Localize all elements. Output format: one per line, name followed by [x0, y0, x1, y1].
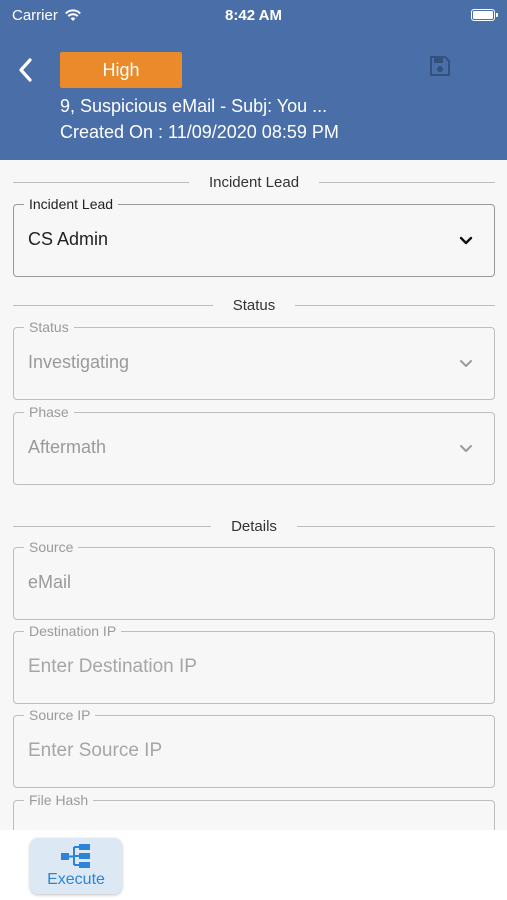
field-value: CS Admin: [28, 229, 109, 249]
field-label: Status: [24, 319, 74, 335]
status-select[interactable]: Status Investigating: [13, 319, 495, 400]
carrier-info: Carrier: [12, 7, 82, 24]
save-icon: [430, 56, 450, 76]
chevron-down-icon: [460, 445, 472, 452]
file-hash-field[interactable]: File Hash: [13, 792, 495, 830]
section-title: Incident Lead: [208, 173, 300, 191]
destination-ip-field[interactable]: Destination IP Enter Destination IP: [13, 623, 495, 704]
bottom-toolbar: Execute: [0, 830, 507, 900]
source-ip-field[interactable]: Source IP Enter Source IP: [13, 707, 495, 788]
section-details: Details: [13, 516, 496, 536]
created-on-label: Created On : 11/09/2020 08:59 PM: [60, 122, 339, 142]
section-incident-lead: Incident Lead: [13, 172, 496, 192]
wifi-icon: [64, 9, 81, 21]
chevron-left-icon: [19, 58, 32, 82]
field-value: Investigating: [28, 352, 130, 372]
field-label: Incident Lead: [24, 196, 119, 212]
chevron-down-icon: [460, 360, 472, 367]
incident-form: Incident Lead Incident Lead CS Admin Sta…: [0, 160, 507, 830]
carrier-label: Carrier: [12, 6, 58, 24]
back-button[interactable]: [10, 52, 40, 88]
field-placeholder: Enter Source IP: [28, 740, 163, 761]
field-value: eMail: [28, 572, 72, 592]
section-title: Details: [231, 517, 277, 535]
incident-lead-select[interactable]: Incident Lead CS Admin: [13, 196, 495, 277]
incident-header: High 9, Suspicious eMail - Subj: You ...…: [0, 30, 507, 160]
field-label: Source IP: [24, 707, 96, 723]
workflow-icon: [61, 844, 90, 868]
field-label: File Hash: [24, 792, 94, 808]
battery-icon: [471, 9, 498, 21]
execute-button[interactable]: Execute: [30, 838, 122, 894]
priority-badge: High: [60, 52, 182, 88]
field-placeholder: Enter Destination IP: [28, 656, 197, 677]
execute-label: Execute: [47, 871, 105, 888]
source-field[interactable]: Source eMail: [13, 539, 495, 620]
field-label: Phase: [24, 404, 74, 420]
section-title: Status: [232, 296, 276, 314]
field-value: Aftermath: [28, 437, 107, 457]
section-status: Status: [13, 295, 495, 315]
field-label: Destination IP: [24, 623, 122, 639]
phase-select[interactable]: Phase Aftermath: [13, 404, 495, 485]
chevron-down-icon: [459, 236, 473, 245]
incident-title: 9, Suspicious eMail - Subj: You ...: [60, 96, 328, 116]
save-button[interactable]: [426, 52, 454, 80]
status-bar: Carrier 8:42 AM: [0, 0, 507, 30]
field-label: Source: [24, 539, 79, 555]
